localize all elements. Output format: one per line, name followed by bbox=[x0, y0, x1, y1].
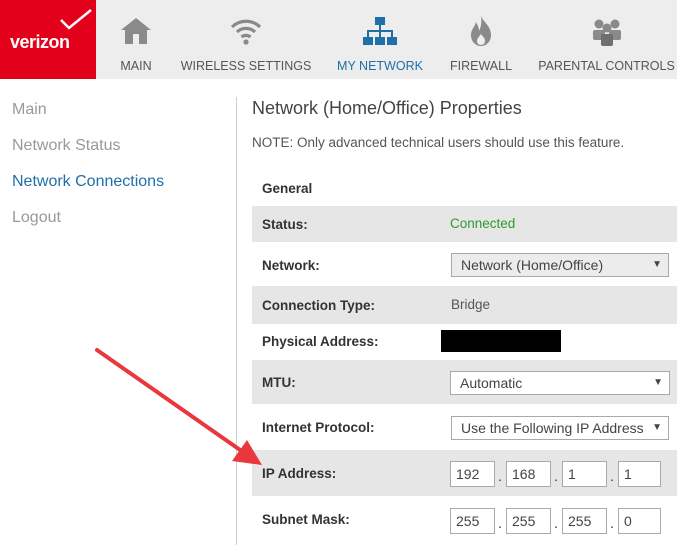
flame-icon bbox=[471, 16, 491, 46]
advanced-note: NOTE: Only advanced technical users shou… bbox=[252, 135, 625, 150]
internet-protocol-select-value: Use the Following IP Address bbox=[461, 420, 644, 436]
ip-separator: . bbox=[498, 468, 502, 484]
chevron-down-icon: ▼ bbox=[653, 377, 663, 388]
ip-octet-3-input[interactable]: 1 bbox=[562, 461, 607, 487]
mtu-select[interactable]: Automatic ▼ bbox=[450, 371, 670, 395]
nav-my-network[interactable]: MY NETWORK bbox=[330, 0, 430, 79]
nav-my-network-label: MY NETWORK bbox=[337, 59, 423, 73]
ip-address-label: IP Address: bbox=[262, 466, 337, 481]
network-icon bbox=[363, 17, 397, 45]
ip-address-row: IP Address: 192 . 168 . 1 . 1 bbox=[252, 450, 677, 496]
top-nav-bar: verizon MAIN WIRELESS SETTINGS MY NETWOR… bbox=[0, 0, 677, 79]
ip-separator: . bbox=[610, 468, 614, 484]
page-title: Network (Home/Office) Properties bbox=[252, 98, 522, 118]
ip-octet-1-input[interactable]: 192 bbox=[450, 461, 495, 487]
physical-address-label: Physical Address: bbox=[262, 334, 379, 349]
mtu-select-value: Automatic bbox=[460, 375, 523, 391]
sidebar-item-network-connections[interactable]: Network Connections bbox=[12, 173, 164, 191]
wifi-icon bbox=[230, 19, 262, 45]
ip-octet-4-input[interactable]: 1 bbox=[618, 461, 661, 487]
ip-octet-2-input[interactable]: 168 bbox=[506, 461, 551, 487]
network-label: Network: bbox=[262, 258, 320, 273]
connection-type-row: Connection Type: Bridge bbox=[252, 286, 677, 324]
ip-separator: . bbox=[554, 468, 558, 484]
nav-firewall-label: FIREWALL bbox=[449, 59, 513, 73]
subnet-octet-1-input[interactable]: 255 bbox=[450, 508, 495, 534]
subnet-separator: . bbox=[554, 515, 558, 531]
subnet-separator: . bbox=[610, 515, 614, 531]
chevron-down-icon: ▼ bbox=[652, 259, 662, 270]
subnet-octet-2-input[interactable]: 255 bbox=[506, 508, 551, 534]
subnet-separator: . bbox=[498, 515, 502, 531]
chevron-down-icon: ▼ bbox=[652, 422, 662, 433]
status-label: Status: bbox=[262, 217, 308, 232]
sidebar: Main Network Status Network Connections … bbox=[0, 79, 236, 545]
network-select-value: Network (Home/Office) bbox=[461, 257, 604, 273]
section-header-row: General bbox=[252, 170, 677, 206]
internet-protocol-label: Internet Protocol: bbox=[262, 420, 375, 435]
subnet-mask-row: Subnet Mask: 255 . 255 . 255 . 0 bbox=[252, 496, 677, 542]
mtu-row: MTU: Automatic ▼ bbox=[252, 360, 677, 404]
check-mark-icon bbox=[60, 9, 92, 30]
subnet-octet-4-input[interactable]: 0 bbox=[618, 508, 661, 534]
nav-firewall[interactable]: FIREWALL bbox=[446, 0, 516, 79]
sidebar-item-main[interactable]: Main bbox=[12, 101, 47, 119]
section-general-label: General bbox=[262, 181, 313, 196]
verizon-logo[interactable]: verizon bbox=[0, 0, 96, 79]
sidebar-item-logout[interactable]: Logout bbox=[12, 209, 61, 227]
network-select[interactable]: Network (Home/Office) ▼ bbox=[451, 253, 669, 277]
connection-type-value: Bridge bbox=[451, 297, 491, 312]
nav-wireless-settings[interactable]: WIRELESS SETTINGS bbox=[180, 0, 312, 79]
nav-parental-controls-label: PARENTAL CONTROLS bbox=[538, 59, 675, 73]
home-icon bbox=[121, 18, 151, 44]
sidebar-divider bbox=[236, 97, 237, 545]
status-value: Connected bbox=[450, 216, 516, 231]
internet-protocol-row: Internet Protocol: Use the Following IP … bbox=[252, 404, 677, 450]
users-icon bbox=[592, 19, 621, 46]
connection-type-label: Connection Type: bbox=[262, 298, 375, 313]
nav-wireless-settings-label: WIRELESS SETTINGS bbox=[180, 59, 312, 73]
sidebar-item-network-status[interactable]: Network Status bbox=[12, 137, 120, 155]
subnet-octet-3-input[interactable]: 255 bbox=[562, 508, 607, 534]
network-row: Network: Network (Home/Office) ▼ bbox=[252, 242, 677, 286]
nav-main-label: MAIN bbox=[120, 59, 152, 73]
logo-text: verizon bbox=[10, 32, 70, 52]
nav-parental-controls[interactable]: PARENTAL CONTROLS bbox=[536, 0, 677, 79]
nav-main[interactable]: MAIN bbox=[108, 0, 164, 79]
internet-protocol-select[interactable]: Use the Following IP Address ▼ bbox=[451, 416, 669, 440]
physical-address-redacted bbox=[441, 330, 561, 352]
subnet-mask-label: Subnet Mask: bbox=[262, 512, 350, 527]
status-row: Status: Connected bbox=[252, 206, 677, 242]
mtu-label: MTU: bbox=[262, 375, 296, 390]
